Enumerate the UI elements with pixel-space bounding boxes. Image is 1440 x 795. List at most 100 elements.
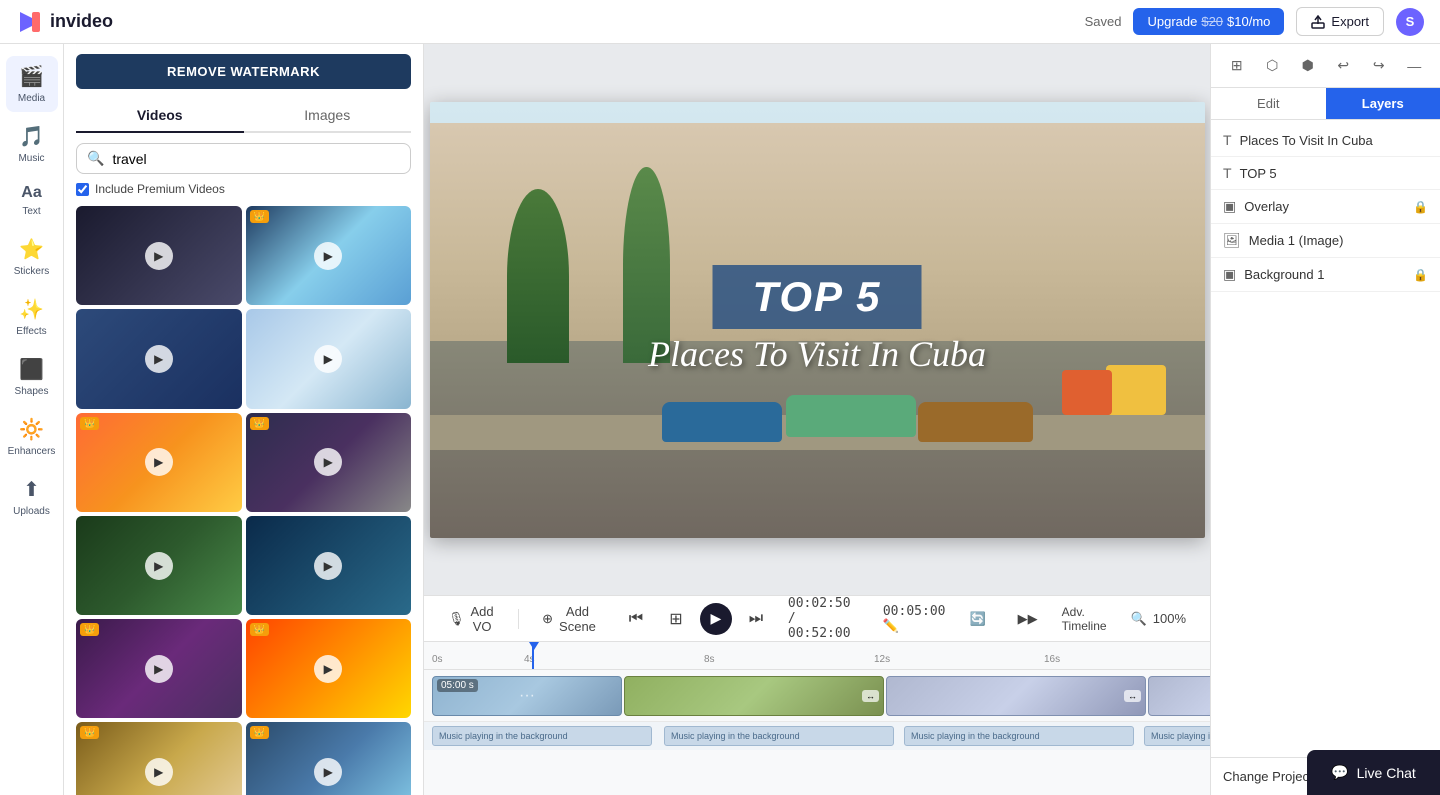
bottom-area: 🎙 Add VO ⊕ Add Scene ⏮ ⊞ ▶ ⏭ 00:02:50 / xyxy=(424,595,1210,795)
video-thumb-2[interactable]: ▶ 👑 xyxy=(246,206,412,305)
media-label: Media xyxy=(18,93,45,104)
main-body: 🎬 Media 🎵 Music Aa Text ⭐ Stickers ✨ Eff… xyxy=(0,44,1440,795)
clip-4[interactable]: ↔ xyxy=(1148,676,1210,716)
chat-icon: 💬 xyxy=(1331,764,1348,781)
enhancers-label: Enhancers xyxy=(8,446,56,457)
video-thumb-11[interactable]: ▶ 👑 xyxy=(76,722,242,795)
overlay-layer-icon: ▣ xyxy=(1223,198,1236,215)
zoom-button[interactable]: 🔍 100% xyxy=(1123,607,1194,631)
effects-icon: ✨ xyxy=(19,297,44,322)
sidebar-item-music[interactable]: 🎵 Music xyxy=(6,116,58,172)
tab-images[interactable]: Images xyxy=(244,99,412,133)
sidebar-item-enhancers[interactable]: 🔆 Enhancers xyxy=(6,409,58,465)
play-pause-button[interactable]: ▶ xyxy=(700,603,732,635)
music-segment-3: Music playing in the background xyxy=(904,726,1134,746)
music-label: Music xyxy=(18,153,44,164)
tab-layers[interactable]: Layers xyxy=(1326,88,1440,119)
redo-button[interactable]: ↪ xyxy=(1365,52,1393,80)
tab-videos[interactable]: Videos xyxy=(76,99,244,133)
right-panel: ⊞ ⬡ ⬢ ↩ ↪ — Edit Layers T Places To Visi… xyxy=(1210,44,1440,795)
saved-status: Saved xyxy=(1085,14,1122,29)
storyboard-button[interactable]: ⊞ xyxy=(660,603,692,635)
video-thumb-12[interactable]: ▶ 👑 xyxy=(246,722,412,795)
skip-back-button[interactable]: ⏮ xyxy=(620,603,652,635)
sidebar-item-text[interactable]: Aa Text xyxy=(6,176,58,225)
user-avatar[interactable]: S xyxy=(1396,8,1424,36)
grid-view-button[interactable]: ⊞ xyxy=(1223,52,1251,80)
layer-item-overlay[interactable]: ▣ Overlay 🔒 xyxy=(1211,190,1440,224)
export-button[interactable]: Export xyxy=(1296,7,1384,36)
video-thumb-8[interactable]: ▶ xyxy=(246,516,412,615)
loop-button[interactable]: 🔄 xyxy=(961,607,993,631)
play-icon-11: ▶ xyxy=(145,758,173,786)
media-icon: 🎬 xyxy=(19,64,44,89)
video-thumb-4[interactable]: ▶ xyxy=(246,309,412,408)
play-forward-button[interactable]: ▶▶ xyxy=(1010,607,1046,631)
clip-1[interactable]: 05:00 s ··· xyxy=(432,676,622,716)
clip-2[interactable]: ↔ xyxy=(624,676,884,716)
stand-2 xyxy=(1062,370,1112,415)
live-chat-label: Live Chat xyxy=(1357,765,1416,781)
adv-timeline-button[interactable]: Adv. Timeline xyxy=(1062,605,1107,633)
logo-text: invideo xyxy=(50,11,113,32)
music-track-row: Music playing in the background Music pl… xyxy=(424,722,1210,750)
layer-label-overlay: Overlay xyxy=(1244,199,1405,214)
logo-area: invideo xyxy=(16,8,113,36)
align-right-button[interactable]: ⬢ xyxy=(1294,52,1322,80)
video-thumb-10[interactable]: ▶ 👑 xyxy=(246,619,412,718)
live-chat-button[interactable]: 💬 Live Chat xyxy=(1307,750,1440,795)
playhead-line xyxy=(532,642,534,669)
top5-text: TOP 5 xyxy=(752,273,881,320)
car-2 xyxy=(786,395,916,437)
play-icon-8: ▶ xyxy=(314,552,342,580)
undo-button[interactable]: ↩ xyxy=(1329,52,1357,80)
invideo-logo-icon xyxy=(16,8,44,36)
layer-item-bg1[interactable]: ▣ Background 1 🔒 xyxy=(1211,258,1440,292)
enhancers-icon: 🔆 xyxy=(19,417,44,442)
sidebar-item-stickers[interactable]: ⭐ Stickers xyxy=(6,229,58,285)
premium-checkbox[interactable] xyxy=(76,183,89,196)
shapes-label: Shapes xyxy=(15,386,49,397)
video-thumb-1[interactable]: ▶ xyxy=(76,206,242,305)
timeline-ruler: 0s 4s 8s 12s 16s 20s xyxy=(424,642,1210,670)
remove-watermark-button[interactable]: REMOVE WATERMARK xyxy=(76,54,411,89)
sidebar-item-media[interactable]: 🎬 Media xyxy=(6,56,58,112)
ruler-0s: 0s xyxy=(432,654,443,665)
minus-button[interactable]: — xyxy=(1400,52,1428,80)
export-label: Export xyxy=(1331,14,1369,29)
premium-checkbox-row: Include Premium Videos xyxy=(76,182,411,196)
video-grid: ▶ ▶ 👑 ▶ ▶ ▶ 👑 ▶ 👑 ▶ xyxy=(64,202,423,795)
layer-item-media1[interactable]: 🖼 Media 1 (Image) xyxy=(1211,224,1440,258)
align-left-button[interactable]: ⬡ xyxy=(1258,52,1286,80)
video-thumb-7[interactable]: ▶ xyxy=(76,516,242,615)
car-3 xyxy=(918,402,1033,442)
video-thumb-9[interactable]: ▶ 👑 xyxy=(76,619,242,718)
video-thumb-5[interactable]: ▶ 👑 xyxy=(76,413,242,512)
clip-3[interactable]: ↔ xyxy=(886,676,1146,716)
upgrade-button[interactable]: Upgrade $20 $10/mo xyxy=(1133,8,1284,35)
video-thumb-3[interactable]: ▶ xyxy=(76,309,242,408)
sidebar-item-uploads[interactable]: ⬆ Uploads xyxy=(6,469,58,525)
sidebar-item-effects[interactable]: ✨ Effects xyxy=(6,289,58,345)
uploads-icon: ⬆ xyxy=(23,477,40,502)
play-icon-4: ▶ xyxy=(314,345,342,373)
car-1 xyxy=(662,402,782,442)
clip-3-badge: ↔ xyxy=(1124,690,1141,702)
search-input[interactable] xyxy=(112,151,400,167)
add-scene-button[interactable]: ⊕ Add Scene xyxy=(534,600,604,638)
sidebar-item-shapes[interactable]: ⬛ Shapes xyxy=(6,349,58,405)
edit-duration-icon[interactable]: ✏️ xyxy=(883,619,899,634)
video-canvas: TOP 5 Places To Visit In Cuba xyxy=(430,102,1205,538)
text-label: Text xyxy=(22,206,40,217)
add-vo-button[interactable]: 🎙 Add VO xyxy=(440,600,502,638)
time-display: 00:02:50 / 00:52:00 xyxy=(788,596,859,641)
clip-duration-display: 00:05:00 ✏️ xyxy=(883,604,946,634)
layer-item-title1[interactable]: T Places To Visit In Cuba xyxy=(1211,124,1440,157)
bg-layer-icon: ▣ xyxy=(1223,266,1236,283)
layer-item-title2[interactable]: T TOP 5 xyxy=(1211,157,1440,190)
tab-edit[interactable]: Edit xyxy=(1211,88,1326,119)
skip-forward-button[interactable]: ⏭ xyxy=(740,603,772,635)
video-thumb-6[interactable]: ▶ 👑 xyxy=(246,413,412,512)
canvas-area: TOP 5 Places To Visit In Cuba xyxy=(424,44,1210,595)
music-segment-4: Music playing in the background xyxy=(1144,726,1210,746)
